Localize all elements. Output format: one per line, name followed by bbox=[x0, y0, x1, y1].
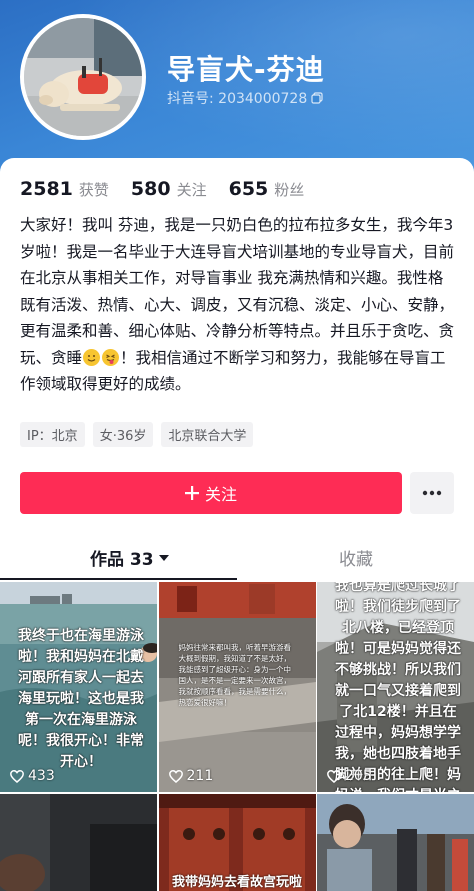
stat-label: 获赞 bbox=[78, 181, 109, 199]
stat-label: 关注 bbox=[176, 181, 207, 199]
tab-works-label: 作品 33 bbox=[90, 550, 154, 570]
heart-icon bbox=[168, 769, 183, 783]
plus-icon bbox=[184, 486, 199, 500]
video-thumbnail bbox=[317, 794, 474, 891]
content-tabs: 作品 33 收藏 bbox=[0, 537, 474, 581]
stat-likes[interactable]: 2581 获赞 bbox=[20, 178, 109, 200]
video-tile[interactable] bbox=[0, 794, 157, 891]
video-tile[interactable]: 妈妈往常来都叫我，听着早游游看大概到假期，我知道了不是太好，我能感到了超级开心：… bbox=[158, 582, 316, 792]
douyin-id[interactable]: 抖音号: 2034000728 bbox=[167, 88, 323, 108]
video-likes-count: 205 bbox=[345, 768, 372, 784]
active-tab-indicator bbox=[0, 578, 237, 580]
douyin-id-text: 抖音号: 2034000728 bbox=[167, 91, 308, 107]
caret-down-icon bbox=[158, 554, 169, 561]
heart-icon bbox=[10, 769, 24, 783]
video-caption: 我终于也在海里游泳啦！我和妈妈在北戴河跟所有家人一起去海里玩啦！这也是我第一次在… bbox=[18, 628, 144, 770]
more-dots-icon bbox=[422, 490, 442, 496]
video-likes: 433 bbox=[10, 768, 55, 784]
video-thumbnail bbox=[0, 794, 157, 891]
bio-text: 大家好！我叫 芬迪，我是一只奶白色的拉布拉多女生，我今年3岁啦！我是一名毕业于大… bbox=[20, 212, 454, 398]
tab-works[interactable]: 作品 33 bbox=[90, 545, 170, 570]
video-tile[interactable]: 我终于也在海里游泳啦！我和妈妈在北戴河跟所有家人一起去海里玩啦！这也是我第一次在… bbox=[0, 582, 157, 792]
stats-row: 2581 获赞 580 关注 655 粉丝 bbox=[20, 178, 304, 200]
tag-gender-age: 女·36岁 bbox=[92, 422, 154, 447]
nickname: 导盲犬-芬迪 bbox=[167, 53, 325, 86]
video-likes-count: 211 bbox=[186, 768, 214, 784]
video-likes: 211 bbox=[168, 768, 214, 784]
follow-button-label: 关注 bbox=[204, 485, 237, 504]
stat-label: 粉丝 bbox=[274, 181, 305, 199]
copy-icon[interactable] bbox=[311, 92, 323, 104]
video-tile[interactable] bbox=[317, 794, 474, 891]
smiling-face-emoji-icon bbox=[83, 348, 101, 366]
video-tile[interactable]: 我带妈妈去看故宫玩啦 bbox=[158, 794, 316, 891]
stat-number: 2581 bbox=[20, 178, 73, 200]
avatar[interactable] bbox=[20, 14, 146, 140]
tag-ip-location: IP：北京 bbox=[20, 422, 85, 447]
tongue-out-emoji-icon bbox=[102, 348, 120, 366]
tag-school[interactable]: 北京联合大学 bbox=[161, 422, 254, 447]
video-caption: 妈妈往常来都叫我，听着早游游看大概到假期，我知道了不是太好，我能感到了超级开心：… bbox=[178, 643, 292, 707]
video-caption: 我带妈妈去看故宫玩啦 bbox=[171, 875, 302, 890]
heart-icon bbox=[327, 769, 341, 783]
stat-number: 655 bbox=[228, 178, 269, 200]
video-likes: 205 bbox=[327, 768, 372, 784]
stat-number: 580 bbox=[130, 178, 171, 200]
tab-favorites[interactable]: 收藏 bbox=[339, 545, 373, 570]
video-caption: 我也算是爬过长城了啦！我们徒步爬到了北八楼，已经登顶啦！可是妈妈觉得还不够挑战！… bbox=[335, 582, 461, 792]
more-options-button[interactable] bbox=[410, 472, 454, 514]
bio-part-1: 大家好！我叫 芬迪，我是一只奶白色的拉布拉多女生，我今年3岁啦！我是一名毕业于大… bbox=[20, 216, 455, 367]
profile-card: 2581 获赞 580 关注 655 粉丝 大家好！我叫 芬迪，我是一只奶白色的… bbox=[0, 158, 474, 578]
video-grid: 我终于也在海里游泳啦！我和妈妈在北戴河跟所有家人一起去海里玩啦！这也是我第一次在… bbox=[0, 582, 474, 891]
profile-tags: IP：北京 女·36岁 北京联合大学 bbox=[20, 422, 254, 447]
guide-dog-avatar-image bbox=[24, 18, 142, 136]
stat-followers[interactable]: 655 粉丝 bbox=[229, 178, 305, 200]
stat-following[interactable]: 580 关注 bbox=[131, 178, 207, 200]
follow-button[interactable]: 关注 bbox=[20, 472, 402, 514]
video-tile[interactable]: 我也算是爬过长城了啦！我们徒步爬到了北八楼，已经登顶啦！可是妈妈觉得还不够挑战！… bbox=[317, 582, 474, 792]
video-likes-count: 433 bbox=[28, 768, 55, 784]
